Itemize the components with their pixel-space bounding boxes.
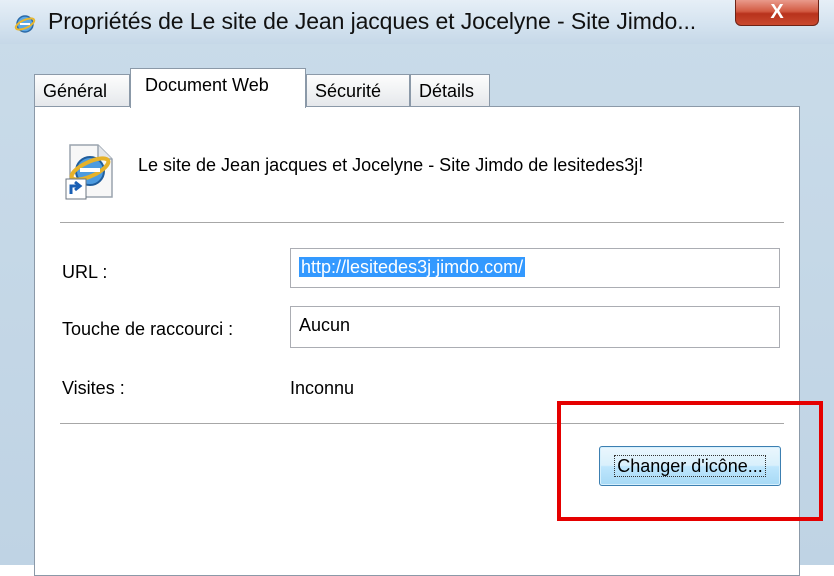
close-button[interactable]: X xyxy=(735,0,819,26)
window-title: Propriétés de Le site de Jean jacques et… xyxy=(48,8,697,34)
tab-securite[interactable]: Sécurité xyxy=(306,74,410,108)
document-title: Le site de Jean jacques et Jocelyne - Si… xyxy=(138,155,644,175)
tab-label: Général xyxy=(43,81,108,101)
tab-general[interactable]: Général xyxy=(34,74,130,108)
shortcut-key-field[interactable]: Aucun xyxy=(290,306,780,348)
url-field[interactable]: http://lesitedes3j.jimdo.com/ xyxy=(290,248,780,288)
shortcut-label: Touche de raccourci : xyxy=(62,319,234,339)
url-value: http://lesitedes3j.jimdo.com/ xyxy=(299,257,526,277)
url-label: URL : xyxy=(62,262,108,282)
close-icon: X xyxy=(770,1,784,23)
tab-label: Document Web xyxy=(145,75,269,95)
tab-document-web[interactable]: Document Web xyxy=(130,68,306,108)
visits-label: Visites : xyxy=(62,378,125,398)
tab-label: Sécurité xyxy=(315,81,382,101)
tab-label: Détails xyxy=(419,81,475,101)
divider xyxy=(60,222,784,224)
title-bar: Propriétés de Le site de Jean jacques et… xyxy=(0,0,834,44)
ie-icon xyxy=(14,13,36,35)
shortcut-value: Aucun xyxy=(299,315,351,335)
tab-details[interactable]: Détails xyxy=(410,74,490,108)
highlight-box xyxy=(557,401,823,521)
ie-shortcut-icon xyxy=(62,141,120,201)
visits-value: Inconnu xyxy=(290,378,355,398)
